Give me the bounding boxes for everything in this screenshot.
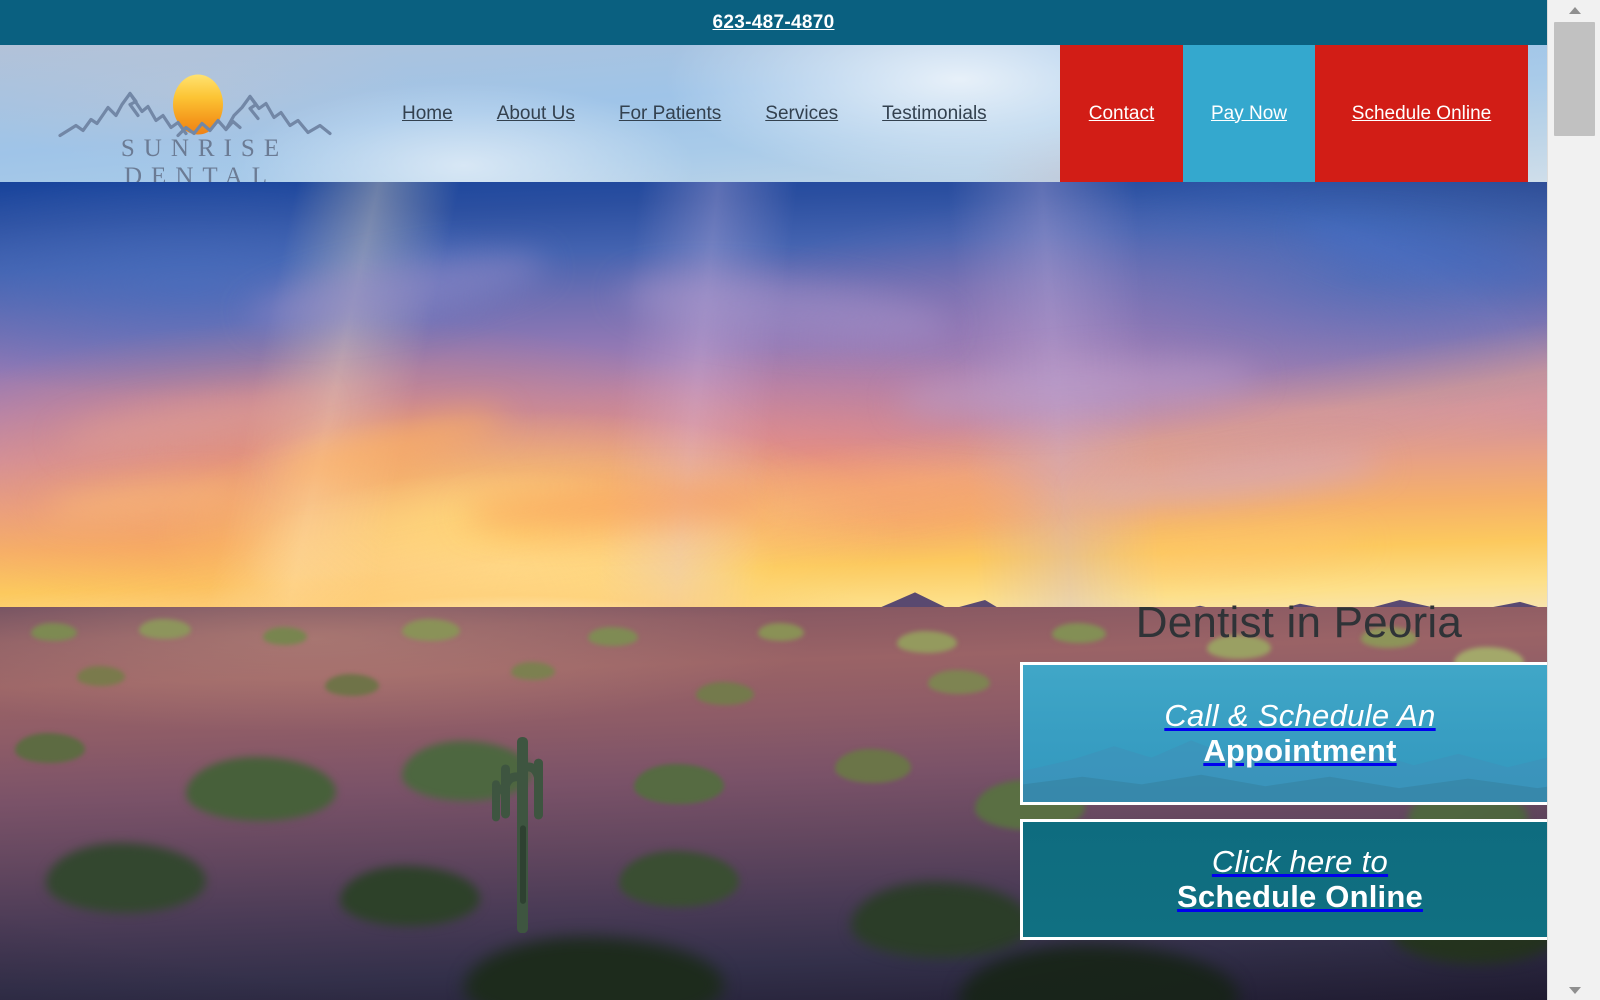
contact-button[interactable]: Contact [1060,45,1183,182]
desert-bush [324,674,379,697]
desert-bush [46,842,207,913]
nav-item-for-patients[interactable]: For Patients [597,103,743,125]
desert-bush [587,626,638,646]
nav-item-services[interactable]: Services [743,103,860,125]
desert-bush [618,850,739,907]
nav-item-testimonials[interactable]: Testimonials [860,103,1009,125]
scrollbar-track[interactable] [1548,0,1600,1000]
promo-line-1: Call & Schedule An [1164,697,1436,733]
triangle-down-icon [1568,986,1581,994]
site-header: SUNRISE DENTAL Home About Us For Patient… [0,45,1547,182]
desert-bush [15,732,86,763]
desert-bush [510,662,555,681]
promo-call-schedule-appointment[interactable]: Call & Schedule An Appointment [1020,662,1547,805]
promo-line-1: Click here to [1211,843,1389,879]
desert-bush [185,756,336,821]
main-navigation: Home About Us For Patients Services Test… [380,45,1009,182]
nav-item-home[interactable]: Home [380,103,475,125]
desert-bush [696,681,755,705]
scrollbar-thumb[interactable] [1554,22,1595,136]
promo-text-block: Call & Schedule An Appointment [1164,697,1436,768]
scrollbar-down-button[interactable] [1548,980,1600,1000]
desert-bush [959,945,1240,1000]
desert-bush [139,619,192,640]
promo-schedule-online[interactable]: Click here to Schedule Online [1020,819,1547,940]
desert-bush [464,937,725,1000]
desert-bush [897,630,958,653]
promo-line-2: Schedule Online [1177,878,1423,914]
desert-bush [850,882,1031,959]
browser-page: 623-487-4870 SUNRISE DENTAL Home About U… [0,0,1600,1000]
hero-heading: Dentist in Peoria [1135,598,1462,647]
brand-name: SUNRISE DENTAL [120,135,289,182]
promo-line-2: Appointment [1203,732,1397,768]
desert-bush [835,748,912,783]
triangle-up-icon [1568,6,1581,14]
desert-bush [928,670,991,695]
desert-bush [30,623,77,642]
top-contact-bar: 623-487-4870 [0,0,1547,45]
schedule-online-button[interactable]: Schedule Online [1315,45,1528,182]
desert-bush [402,619,461,642]
scrollbar-up-button[interactable] [1548,0,1600,20]
desert-bush [1051,623,1106,644]
vertical-scrollbar[interactable] [1547,0,1600,1000]
phone-number-link[interactable]: 623-487-4870 [713,12,835,34]
promo-text-block: Click here to Schedule Online [1177,843,1423,914]
desert-bush [77,666,126,687]
desert-bush [340,866,481,927]
header-cta-group: Contact Pay Now Schedule Online [1060,45,1528,182]
site-logo[interactable]: SUNRISE DENTAL [50,51,350,182]
hero-section: Dentist in Peoria Call & Schedule An App… [0,182,1547,1000]
nav-item-about-us[interactable]: About Us [475,103,597,125]
desert-bush [262,626,307,645]
desert-bush [634,764,725,805]
desert-bush [758,623,805,642]
saguaro-cactus [487,736,557,934]
pay-now-button[interactable]: Pay Now [1183,45,1315,182]
page-viewport: 623-487-4870 SUNRISE DENTAL Home About U… [0,0,1547,1000]
